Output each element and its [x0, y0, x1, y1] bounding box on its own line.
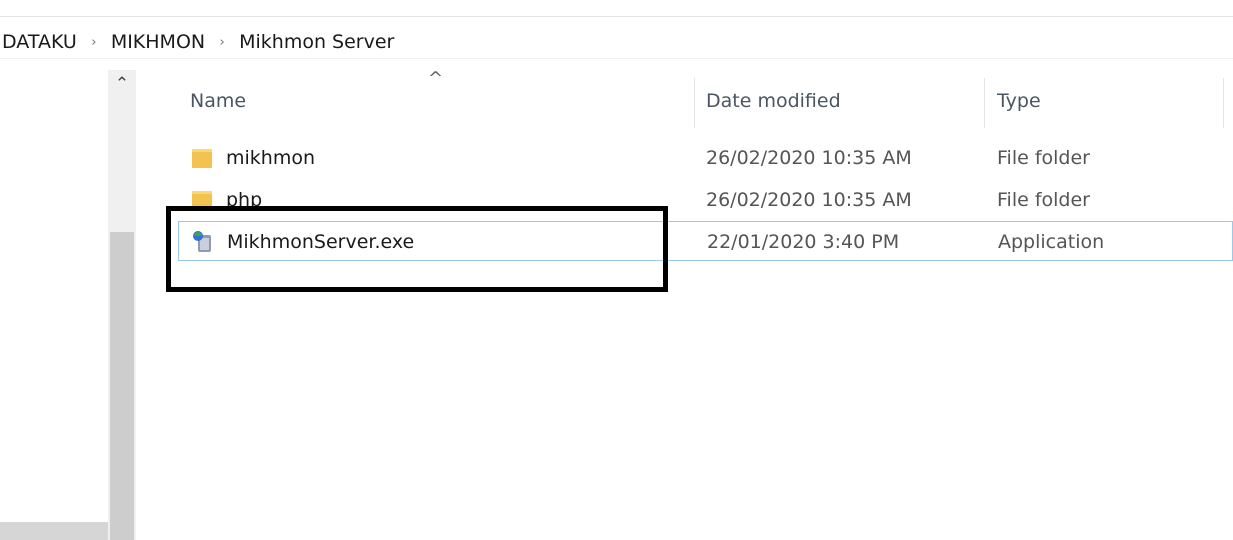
column-header-row: ^ Name Date modified Type — [150, 68, 1233, 130]
column-header-type[interactable]: Type — [997, 72, 1041, 130]
file-type: File folder — [997, 147, 1090, 169]
column-divider[interactable] — [694, 78, 695, 128]
file-type: Application — [998, 231, 1105, 253]
breadcrumb-separator-icon[interactable]: › — [79, 35, 109, 50]
column-header-date[interactable]: Date modified — [706, 72, 841, 130]
column-header-type-label: Type — [997, 90, 1041, 112]
nav-pane-selected-item[interactable] — [0, 522, 108, 540]
scrollbar-thumb[interactable] — [110, 232, 134, 540]
file-date: 26/02/2020 10:35 AM — [706, 189, 912, 211]
file-name: mikhmon — [226, 147, 316, 169]
column-divider[interactable] — [984, 78, 985, 128]
sort-ascending-icon: ^ — [428, 68, 444, 89]
file-row[interactable]: mikhmon 26/02/2020 10:35 AM File folder — [178, 138, 1233, 178]
column-header-name-label: Name — [190, 90, 247, 112]
top-divider — [0, 16, 1233, 17]
annotation-highlight-box — [166, 206, 668, 292]
column-divider[interactable] — [1223, 78, 1224, 128]
scroll-up-arrow-icon[interactable]: ⌃ — [108, 74, 136, 102]
breadcrumb-item-mikhmon-server[interactable]: Mikhmon Server — [237, 31, 396, 53]
file-date: 26/02/2020 10:35 AM — [706, 147, 912, 169]
file-type: File folder — [997, 189, 1090, 211]
breadcrumb: DATAKU › MIKHMON › Mikhmon Server — [0, 26, 396, 58]
breadcrumb-item-dataku[interactable]: DATAKU — [0, 31, 79, 53]
column-header-name[interactable]: Name — [190, 72, 246, 130]
folder-icon — [192, 149, 212, 168]
column-header-date-label: Date modified — [706, 90, 841, 112]
file-date: 22/01/2020 3:40 PM — [707, 231, 900, 253]
breadcrumb-item-mikhmon[interactable]: MIKHMON — [109, 31, 207, 53]
breadcrumb-separator-icon[interactable]: › — [207, 35, 237, 50]
nav-divider — [0, 58, 1233, 59]
